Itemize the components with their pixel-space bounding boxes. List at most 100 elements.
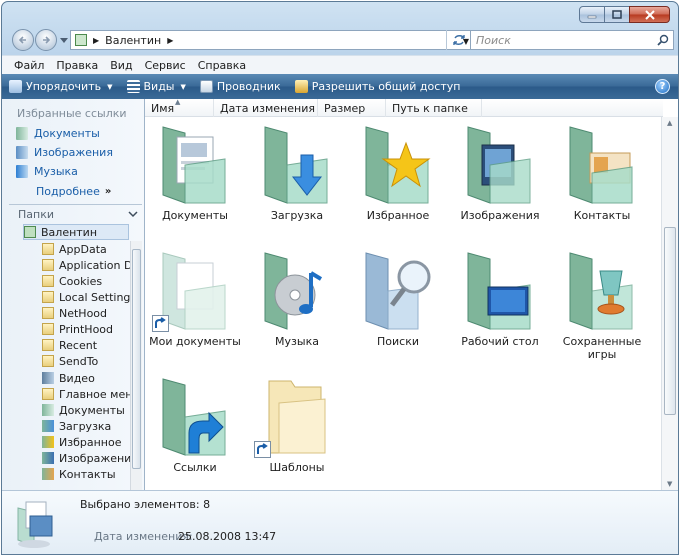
folder-item-music[interactable]: Музыка bbox=[247, 249, 347, 369]
tree-item[interactable]: Cookies bbox=[42, 273, 102, 289]
folder-item-label: Контакты bbox=[573, 209, 631, 222]
downloads-icon bbox=[42, 420, 54, 432]
column-date-modified[interactable]: Дата изменения bbox=[214, 99, 318, 117]
history-dropdown-icon[interactable] bbox=[60, 36, 68, 44]
favorite-link-label: Музыка bbox=[34, 165, 78, 178]
menu-view[interactable]: Вид bbox=[104, 59, 138, 72]
explorer-icon bbox=[199, 80, 213, 93]
tree-item[interactable]: Валентин bbox=[23, 224, 129, 240]
search-box[interactable]: Поиск bbox=[470, 30, 674, 50]
back-button[interactable] bbox=[12, 29, 34, 51]
tree-item[interactable]: PrintHood bbox=[42, 321, 113, 337]
folder-item-documents[interactable]: Документы bbox=[145, 123, 245, 243]
menu-help[interactable]: Справка bbox=[192, 59, 252, 72]
tree-item[interactable]: Главное меню bbox=[42, 386, 142, 402]
documents-folder-icon bbox=[162, 126, 226, 204]
folders-header[interactable]: Папки bbox=[9, 204, 142, 223]
pictures-folder-icon bbox=[467, 126, 531, 204]
tree-item[interactable]: Изображения bbox=[42, 450, 138, 466]
tree-item[interactable]: NetHood bbox=[42, 305, 107, 321]
close-button[interactable] bbox=[629, 6, 670, 23]
folder-item-pictures[interactable]: Изображения bbox=[450, 123, 550, 243]
file-list-pane: ▲ Имя Дата изменения Размер Путь к папке bbox=[145, 98, 678, 490]
folder-item-saved-games[interactable]: Сохраненные игры bbox=[552, 249, 652, 369]
breadcrumb-user[interactable]: Валентин bbox=[105, 34, 161, 47]
downloads-folder-icon bbox=[264, 126, 328, 204]
tree-item-label: Изображения bbox=[59, 451, 138, 465]
sort-ascending-icon: ▲ bbox=[175, 98, 181, 106]
tree-item[interactable]: Загрузка bbox=[42, 418, 111, 434]
folder-item-templates[interactable]: Шаблоны bbox=[247, 375, 347, 495]
tree-item-label: SendTo bbox=[59, 354, 99, 368]
organize-button[interactable]: Упорядочить ▼ bbox=[2, 74, 120, 99]
views-button[interactable]: Виды ▼ bbox=[120, 74, 193, 99]
favorite-link-music[interactable]: Музыка bbox=[16, 165, 78, 178]
tree-item-label: Recent bbox=[59, 338, 98, 352]
explorer-button[interactable]: Проводник bbox=[193, 74, 288, 99]
shortcut-arrow-icon bbox=[152, 315, 169, 332]
tree-item[interactable]: Видео bbox=[42, 370, 95, 386]
tree-item[interactable]: Документы bbox=[42, 402, 125, 418]
tree-item-label: Контакты bbox=[59, 467, 116, 481]
help-icon[interactable]: ? bbox=[655, 79, 670, 94]
folder-item-desktop[interactable]: Рабочий стол bbox=[450, 249, 550, 369]
shortcut-folder-icon bbox=[42, 307, 54, 319]
command-bar: Упорядочить ▼ Виды ▼ Проводник Разрешить… bbox=[2, 74, 678, 99]
menu-file[interactable]: Файл bbox=[8, 59, 50, 72]
tree-scrollbar[interactable] bbox=[130, 241, 142, 490]
more-link[interactable]: Подробнее » bbox=[36, 185, 111, 198]
folder-item-searches[interactable]: Поиски bbox=[348, 249, 448, 369]
menu-tools[interactable]: Сервис bbox=[139, 59, 192, 72]
tree-item-label: Cookies bbox=[59, 274, 103, 288]
folder-item-contacts[interactable]: Контакты bbox=[552, 123, 652, 243]
scrollbar-thumb[interactable] bbox=[132, 249, 141, 469]
column-size[interactable]: Размер bbox=[318, 99, 386, 117]
pictures-icon bbox=[42, 452, 54, 464]
forward-button[interactable] bbox=[35, 29, 57, 51]
tree-item[interactable]: Recent bbox=[42, 337, 97, 353]
tree-item[interactable]: Контакты bbox=[42, 466, 116, 482]
tree-item[interactable]: AppData bbox=[42, 241, 107, 257]
folder-item-my-documents[interactable]: Мои документы bbox=[145, 249, 245, 369]
scrollbar-thumb[interactable] bbox=[664, 227, 676, 415]
menu-edit[interactable]: Правка bbox=[50, 59, 104, 72]
folder-item-favorites[interactable]: Избранное bbox=[348, 123, 448, 243]
folder-item-label: Избранное bbox=[366, 209, 430, 222]
details-pane: Выбрано элементов: 8 Дата изменения: 25.… bbox=[2, 490, 678, 554]
tree-item-label: Избранное bbox=[59, 435, 122, 449]
templates-shortcut-icon bbox=[268, 380, 326, 454]
favorite-link-documents[interactable]: Документы bbox=[16, 127, 100, 140]
my-documents-shortcut-icon bbox=[162, 252, 226, 330]
tree-item-label: Видео bbox=[59, 371, 95, 385]
tree-item-label: Валентин bbox=[41, 225, 98, 239]
selected-count: Выбрано элементов: 8 bbox=[80, 498, 211, 511]
folder-item-links[interactable]: Ссылки bbox=[145, 375, 245, 495]
tree-item[interactable]: SendTo bbox=[42, 353, 98, 369]
share-button[interactable]: Разрешить общий доступ bbox=[288, 74, 468, 99]
shortcut-folder-icon bbox=[42, 291, 54, 303]
scroll-down-icon[interactable]: ▼ bbox=[667, 480, 672, 488]
minimize-button[interactable] bbox=[579, 6, 605, 23]
folder-item-downloads[interactable]: Загрузка bbox=[247, 123, 347, 243]
favorite-link-pictures[interactable]: Изображения bbox=[16, 146, 113, 159]
column-name[interactable]: ▲ Имя bbox=[145, 98, 214, 117]
navigation-pane: Избранные ссылки Документы Изображения М… bbox=[2, 99, 145, 490]
search-icon[interactable] bbox=[657, 34, 669, 46]
scroll-up-icon[interactable]: ▲ bbox=[667, 119, 672, 127]
address-bar[interactable]: ▶ Валентин ▶ ▼ bbox=[70, 30, 472, 50]
folder-item-label: Изображения bbox=[460, 209, 540, 222]
desktop-folder-icon bbox=[467, 252, 531, 330]
column-folder-path[interactable]: Путь к папке bbox=[386, 99, 482, 117]
tree-item[interactable]: Local Settings bbox=[42, 289, 136, 305]
refresh-button[interactable] bbox=[446, 30, 470, 50]
links-folder-icon bbox=[162, 378, 226, 456]
maximize-button[interactable] bbox=[604, 6, 630, 23]
breadcrumb-separator-icon[interactable]: ▶ bbox=[167, 36, 173, 45]
folder-item-label: Документы bbox=[162, 209, 228, 222]
breadcrumb-separator-icon[interactable]: ▶ bbox=[93, 36, 99, 45]
tree-item[interactable]: Избранное bbox=[42, 434, 121, 450]
content-scrollbar[interactable]: ▲ ▼ bbox=[661, 117, 678, 490]
tree-item-label: Local Settings bbox=[59, 290, 137, 304]
searches-folder-icon bbox=[365, 252, 431, 330]
tree-item[interactable]: Application Da bbox=[42, 257, 139, 273]
